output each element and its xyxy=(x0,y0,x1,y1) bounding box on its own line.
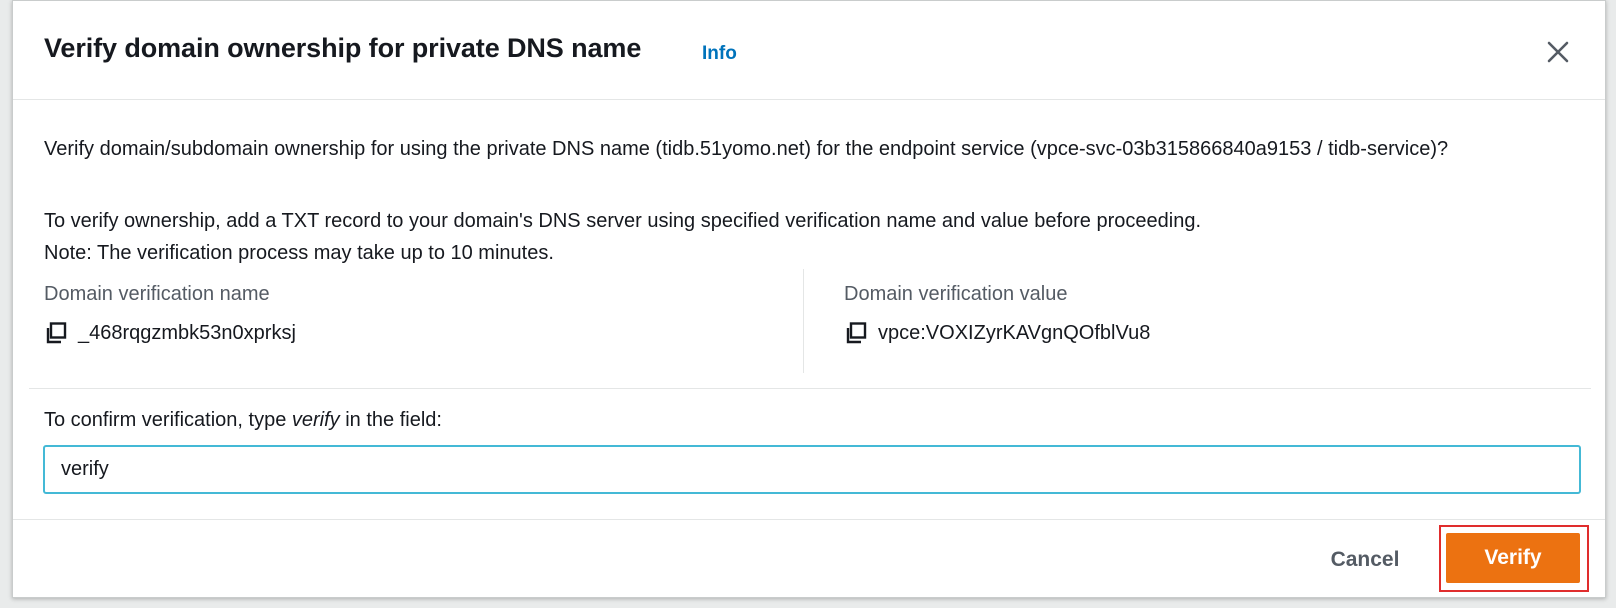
verification-value-row: vpce:VOXIZyrKAVgnQOfblVu8 xyxy=(844,321,1150,345)
close-button[interactable] xyxy=(1543,37,1573,67)
copy-icon[interactable] xyxy=(844,321,868,345)
verification-value-column: Domain verification value vpce:VOXIZyrKA… xyxy=(844,269,1584,373)
confirm-label: To confirm verification, type verify in … xyxy=(44,409,442,432)
confirm-label-keyword: verify xyxy=(291,409,340,431)
verification-value-label: Domain verification value xyxy=(844,283,1068,305)
verify-domain-modal: Verify domain ownership for private DNS … xyxy=(12,0,1606,598)
verification-name-label: Domain verification name xyxy=(44,283,270,305)
close-icon xyxy=(1543,37,1573,67)
verification-name-value-row: _468rqgzmbk53n0xprksj xyxy=(44,321,296,345)
copy-icon[interactable] xyxy=(44,321,68,345)
info-link[interactable]: Info xyxy=(702,43,737,65)
confirm-label-suffix: in the field: xyxy=(339,409,442,431)
modal-footer: Cancel Verify xyxy=(13,519,1605,599)
cancel-button[interactable]: Cancel xyxy=(1310,542,1420,578)
verification-note: Note: The verification process may take … xyxy=(44,242,554,264)
modal-header: Verify domain ownership for private DNS … xyxy=(13,1,1605,100)
verify-button[interactable]: Verify xyxy=(1446,533,1580,583)
verification-name-value: _468rqgzmbk53n0xprksj xyxy=(78,321,296,344)
verification-name-column: Domain verification name _468rqgzmbk53n0… xyxy=(44,269,804,373)
verification-question: Verify domain/subdomain ownership for us… xyxy=(44,138,1449,160)
confirm-label-prefix: To confirm verification, type xyxy=(44,409,292,431)
verification-instruction: To verify ownership, add a TXT record to… xyxy=(44,210,1202,232)
confirm-verify-input[interactable] xyxy=(43,445,1581,494)
modal-title: Verify domain ownership for private DNS … xyxy=(44,33,642,63)
section-divider xyxy=(29,388,1591,389)
verification-value-value: vpce:VOXIZyrKAVgnQOfblVu8 xyxy=(878,321,1151,344)
